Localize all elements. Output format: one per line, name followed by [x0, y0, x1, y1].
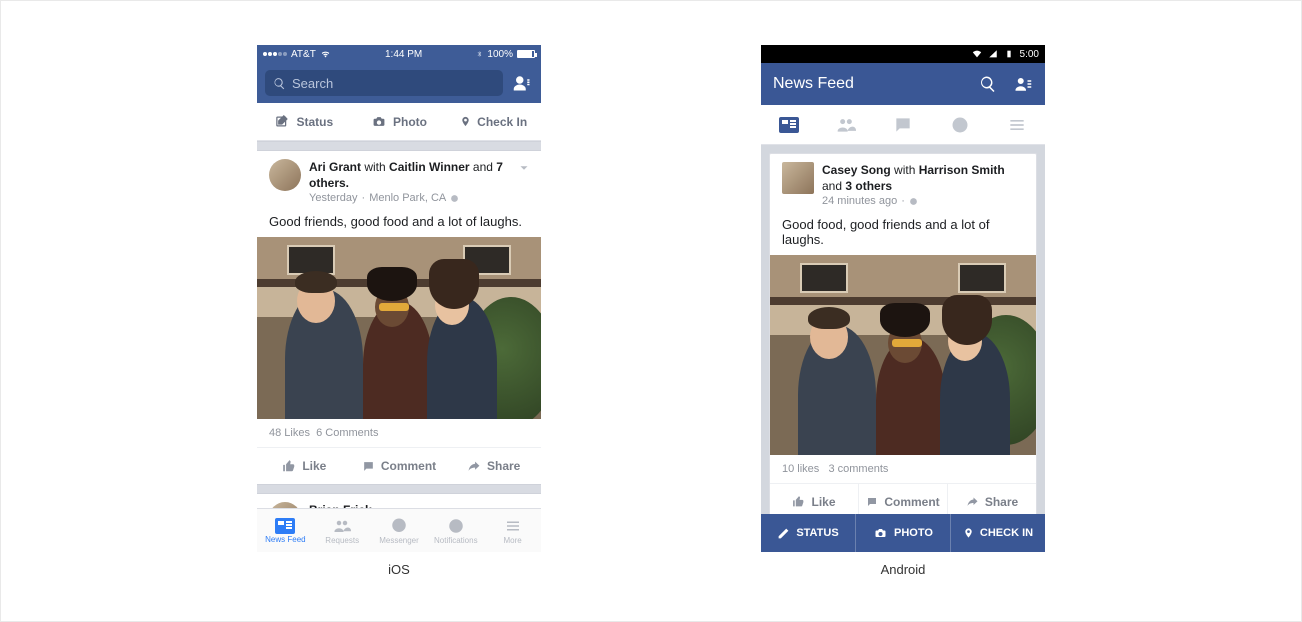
pin-icon: [460, 114, 471, 129]
tab-requests[interactable]: Requests: [314, 509, 371, 552]
camera-icon: [371, 115, 387, 128]
feed-gap: [257, 484, 541, 494]
composer-status-button[interactable]: Status: [257, 103, 352, 140]
post-subline: 24 minutes ago ·: [822, 194, 1024, 209]
tab-news-feed[interactable]: News Feed: [257, 509, 314, 552]
post-stats[interactable]: 10 likes 3 comments: [770, 455, 1036, 483]
share-icon: [966, 496, 979, 508]
post-card: Casey Song with Harrison Smith and 3 oth…: [769, 153, 1037, 520]
add-friend-icon[interactable]: [1013, 75, 1033, 93]
search-icon[interactable]: [979, 75, 997, 93]
search-placeholder: Search: [292, 76, 333, 91]
composer-status-button[interactable]: STATUS: [761, 514, 856, 552]
tab-messenger[interactable]: Messenger: [371, 509, 428, 552]
globe-icon: [909, 197, 918, 206]
android-tab-bar: [761, 105, 1045, 145]
ios-tab-bar: News Feed Requests Messenger Notificatio…: [257, 508, 541, 552]
like-icon: [792, 495, 805, 508]
messenger-icon: [390, 517, 408, 535]
android-screen: 5:00 News Feed Case: [761, 45, 1045, 552]
composer-photo-button[interactable]: Photo: [352, 103, 447, 140]
post-subline: Yesterday · Menlo Park, CA: [309, 191, 529, 206]
comment-icon: [362, 460, 375, 473]
globe-icon: [447, 517, 465, 535]
friends-icon: [836, 115, 856, 135]
feed-icon: [779, 117, 799, 133]
battery-icon: [517, 50, 535, 58]
ios-device: AT&T 1:44 PM 100% Search: [257, 45, 541, 577]
wifi-icon: [972, 49, 982, 59]
share-button[interactable]: Share: [446, 448, 541, 484]
tab-requests[interactable]: [818, 105, 875, 144]
feed-icon: [275, 518, 295, 534]
pencil-icon: [777, 527, 790, 540]
tab-more[interactable]: [988, 105, 1045, 144]
ios-status-bar: AT&T 1:44 PM 100%: [257, 45, 541, 63]
avatar[interactable]: [269, 159, 301, 191]
post-photo[interactable]: [257, 237, 541, 419]
globe-icon: [950, 115, 970, 135]
tab-news-feed[interactable]: [761, 105, 818, 144]
battery-icon: [1004, 49, 1014, 59]
menu-icon: [1007, 115, 1027, 135]
android-status-bar: 5:00: [761, 45, 1045, 63]
compose-icon: [275, 114, 290, 129]
feed-gap: [257, 141, 541, 151]
wifi-icon: [320, 50, 331, 59]
tab-notifications[interactable]: [931, 105, 988, 144]
add-friend-icon[interactable]: [511, 74, 533, 92]
post-text: Good friends, good food and a lot of lau…: [257, 210, 541, 237]
post-author-line[interactable]: Casey Song with Harrison Smith and 3 oth…: [822, 162, 1024, 194]
signal-icon: [988, 49, 998, 59]
tab-notifications[interactable]: Notifications: [427, 509, 484, 552]
friends-icon: [333, 517, 351, 535]
tab-messages[interactable]: [875, 105, 932, 144]
signal-dots-icon: [263, 52, 287, 56]
post-actions: Like Comment Share: [257, 448, 541, 484]
share-icon: [467, 460, 481, 473]
composer-photo-button[interactable]: PHOTO: [856, 514, 951, 552]
search-icon: [273, 77, 286, 90]
battery-label: 100%: [487, 49, 513, 60]
comment-button[interactable]: Comment: [352, 448, 447, 484]
composer-checkin-button[interactable]: CHECK IN: [951, 514, 1045, 552]
avatar[interactable]: [782, 162, 814, 194]
like-button[interactable]: Like: [257, 448, 352, 484]
globe-icon: [450, 194, 459, 203]
android-composer-bar: STATUS PHOTO CHECK IN: [761, 514, 1045, 552]
comment-icon: [866, 496, 878, 508]
chevron-down-icon[interactable]: [517, 161, 531, 175]
pin-icon: [963, 526, 974, 540]
ios-screen: AT&T 1:44 PM 100% Search: [257, 45, 541, 552]
clock-label: 1:44 PM: [385, 49, 422, 60]
search-input[interactable]: Search: [265, 70, 503, 96]
clock-label: 5:00: [1020, 49, 1039, 60]
carrier-label: AT&T: [291, 49, 316, 60]
like-icon: [282, 459, 296, 473]
post-1: Ari Grant with Caitlin Winner and 7 othe…: [257, 151, 541, 484]
post-text: Good food, good friends and a lot of lau…: [770, 213, 1036, 255]
comment-icon: [893, 115, 913, 135]
ios-composer-bar: Status Photo Check In: [257, 103, 541, 141]
post-author-line[interactable]: Ari Grant with Caitlin Winner and 7 othe…: [309, 159, 529, 191]
menu-icon: [504, 517, 522, 535]
post-photo[interactable]: [770, 255, 1036, 455]
post-stats[interactable]: 48 Likes 6 Comments: [257, 419, 541, 448]
camera-icon: [873, 527, 888, 539]
bluetooth-icon: [476, 49, 483, 59]
ios-top-bar: Search: [257, 63, 541, 103]
tab-more[interactable]: More: [484, 509, 541, 552]
android-app-bar: News Feed: [761, 63, 1045, 105]
android-caption: Android: [761, 562, 1045, 577]
app-bar-title: News Feed: [773, 75, 854, 93]
composer-checkin-button[interactable]: Check In: [446, 103, 541, 140]
android-device: 5:00 News Feed Case: [761, 45, 1045, 577]
ios-caption: iOS: [257, 562, 541, 577]
